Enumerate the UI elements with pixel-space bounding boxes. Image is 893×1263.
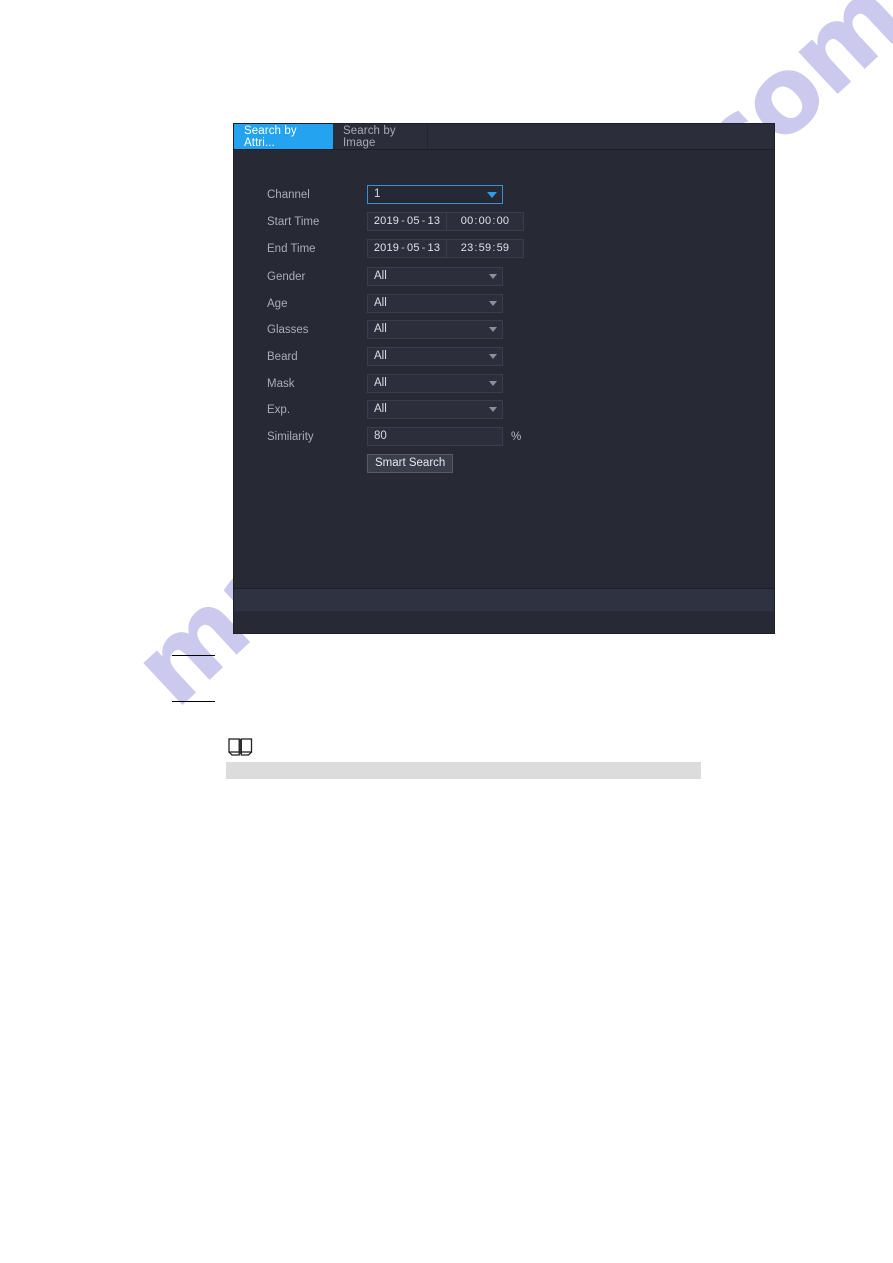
start-date-year: 2019 [373,215,400,227]
date-separator: - [421,215,426,227]
time-separator: : [492,242,496,254]
similarity-input[interactable]: 80 [367,427,503,446]
time-separator: : [474,242,478,254]
glasses-value: All [374,323,387,335]
end-date-day: 13 [427,242,441,254]
end-time-field[interactable]: 2019 - 05 - 13 23 : 59 : 59 [367,239,524,258]
tabstrip-filler [428,124,774,149]
label-beard: Beard [267,351,298,363]
chevron-down-icon [489,301,497,306]
label-start-time: Start Time [267,216,320,228]
mask-select[interactable]: All [367,374,503,393]
date-separator: - [401,242,405,254]
label-mask: Mask [267,378,295,390]
time-separator: : [492,215,496,227]
channel-value: 1 [374,188,381,200]
exp-select[interactable]: All [367,400,503,419]
chevron-down-icon [487,191,497,198]
end-time-hour: 23 [460,242,474,254]
tab-search-by-attribute[interactable]: Search by Attri... [234,124,333,149]
exp-value: All [374,403,387,415]
similarity-value: 80 [374,430,387,442]
search-dialog: Search by Attri... Search by Image Chann… [233,123,775,634]
start-date-group[interactable]: 2019 - 05 - 13 [368,213,447,230]
label-glasses: Glasses [267,324,309,336]
dialog-body: Channel 1 Start Time 2019 - 05 - 13 00 : [234,150,774,611]
glasses-select[interactable]: All [367,320,503,339]
start-time-second: 00 [496,215,510,227]
beard-value: All [374,350,387,362]
start-time-group[interactable]: 00 : 00 : 00 [447,213,523,230]
tab-search-by-image[interactable]: Search by Image [333,124,428,149]
gender-value: All [374,270,387,282]
redacted-rule-2 [172,701,215,702]
end-date-month: 05 [407,242,420,254]
label-exp: Exp. [267,404,291,416]
note-highlight-bar [226,762,701,779]
chevron-down-icon [489,327,497,332]
end-time-second: 59 [496,242,510,254]
end-date-group[interactable]: 2019 - 05 - 13 [368,240,447,257]
start-time-field[interactable]: 2019 - 05 - 13 00 : 00 : 00 [367,212,524,231]
date-separator: - [421,242,426,254]
gender-select[interactable]: All [367,267,503,286]
date-separator: - [401,215,405,227]
label-channel: Channel [267,189,310,201]
label-age: Age [267,298,288,310]
chevron-down-icon [489,381,497,386]
start-time-minute: 00 [478,215,492,227]
label-gender: Gender [267,271,306,283]
label-similarity: Similarity [267,431,314,443]
smart-search-button[interactable]: Smart Search [367,454,454,473]
beard-select[interactable]: All [367,347,503,366]
chevron-down-icon [489,274,497,279]
similarity-unit: % [511,430,522,443]
start-date-day: 13 [427,215,441,227]
label-end-time: End Time [267,243,316,255]
open-book-icon [228,738,253,756]
start-date-month: 05 [407,215,420,227]
end-date-year: 2019 [373,242,400,254]
dialog-footer [234,588,774,611]
end-time-group[interactable]: 23 : 59 : 59 [447,240,523,257]
age-value: All [374,297,387,309]
start-time-hour: 00 [460,215,474,227]
dialog-tabstrip: Search by Attri... Search by Image [234,124,774,150]
chevron-down-icon [489,354,497,359]
mask-value: All [374,377,387,389]
redacted-rule-1 [172,655,215,656]
channel-select[interactable]: 1 [367,185,503,204]
time-separator: : [474,215,478,227]
age-select[interactable]: All [367,294,503,313]
chevron-down-icon [489,407,497,412]
end-time-minute: 59 [478,242,492,254]
